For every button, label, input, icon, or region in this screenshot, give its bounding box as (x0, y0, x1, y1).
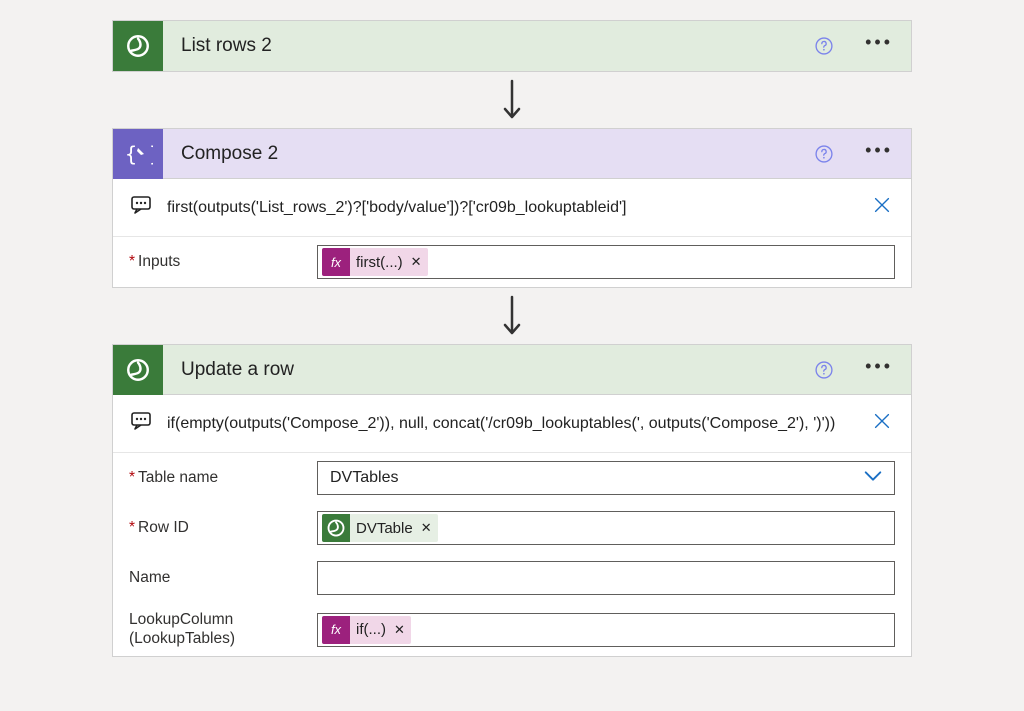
expression-token[interactable]: fx first(...) ✕ (322, 248, 428, 276)
fx-icon: fx (322, 248, 350, 276)
param-label: LookupColumn (LookupTables) (129, 611, 305, 648)
remove-token-button[interactable]: ✕ (392, 622, 405, 638)
lookup-column-field[interactable]: fx if(...) ✕ (317, 613, 895, 647)
param-row-name: Name (113, 553, 911, 603)
action-card-compose-2: Compose 2 ••• first(outputs('List_rows_2… (112, 128, 912, 288)
card-header[interactable]: Compose 2 ••• (113, 129, 911, 179)
card-title: List rows 2 (163, 35, 813, 57)
row-id-field[interactable]: DVTable ✕ (317, 511, 895, 545)
flow-arrow-icon (500, 288, 524, 344)
note-text: first(outputs('List_rows_2')?['body/valu… (167, 199, 857, 217)
name-field[interactable] (317, 561, 895, 595)
token-text: first(...) (356, 254, 403, 271)
name-input[interactable] (322, 566, 890, 591)
param-label: Name (129, 569, 305, 588)
param-label: *Inputs (129, 253, 305, 272)
card-title: Compose 2 (163, 143, 813, 165)
param-label: *Row ID (129, 519, 305, 538)
action-card-list-rows-2[interactable]: List rows 2 ••• (112, 20, 912, 72)
token-text: if(...) (356, 621, 386, 638)
more-button[interactable]: ••• (861, 357, 897, 383)
inputs-field[interactable]: fx first(...) ✕ (317, 245, 895, 279)
dismiss-note-button[interactable] (871, 194, 895, 221)
dataverse-icon (113, 21, 163, 71)
comment-icon (129, 193, 153, 222)
token-text: DVTable (356, 520, 413, 537)
more-button[interactable]: ••• (861, 33, 897, 59)
param-row-lookup-column: LookupColumn (LookupTables) fx if(...) ✕ (113, 603, 911, 656)
help-icon[interactable] (813, 359, 835, 381)
expression-token[interactable]: fx if(...) ✕ (322, 616, 411, 644)
param-row-table-name: *Table name DVTables (113, 453, 911, 503)
select-value: DVTables (322, 469, 398, 487)
compose-icon (113, 129, 163, 179)
more-button[interactable]: ••• (861, 141, 897, 167)
card-header[interactable]: Update a row ••• (113, 345, 911, 395)
dynamic-content-token[interactable]: DVTable ✕ (322, 514, 438, 542)
param-label: *Table name (129, 469, 305, 488)
card-header[interactable]: List rows 2 ••• (113, 21, 911, 71)
table-name-select[interactable]: DVTables (317, 461, 895, 495)
param-row-inputs: *Inputs fx first(...) ✕ (113, 237, 911, 287)
remove-token-button[interactable]: ✕ (419, 520, 432, 536)
note-banner: first(outputs('List_rows_2')?['body/valu… (113, 179, 911, 237)
note-text: if(empty(outputs('Compose_2')), null, co… (167, 415, 857, 433)
flow-arrow-icon (500, 72, 524, 128)
help-icon[interactable] (813, 143, 835, 165)
remove-token-button[interactable]: ✕ (409, 254, 422, 270)
param-row-row-id: *Row ID DVTable ✕ (113, 503, 911, 553)
dataverse-icon (113, 345, 163, 395)
comment-icon (129, 409, 153, 438)
chevron-down-icon (862, 465, 890, 492)
help-icon[interactable] (813, 35, 835, 57)
dataverse-icon (322, 514, 350, 542)
action-card-update-row: Update a row ••• if(empty(outputs('Compo… (112, 344, 912, 657)
note-banner: if(empty(outputs('Compose_2')), null, co… (113, 395, 911, 453)
dismiss-note-button[interactable] (871, 410, 895, 437)
card-title: Update a row (163, 359, 813, 381)
fx-icon: fx (322, 616, 350, 644)
